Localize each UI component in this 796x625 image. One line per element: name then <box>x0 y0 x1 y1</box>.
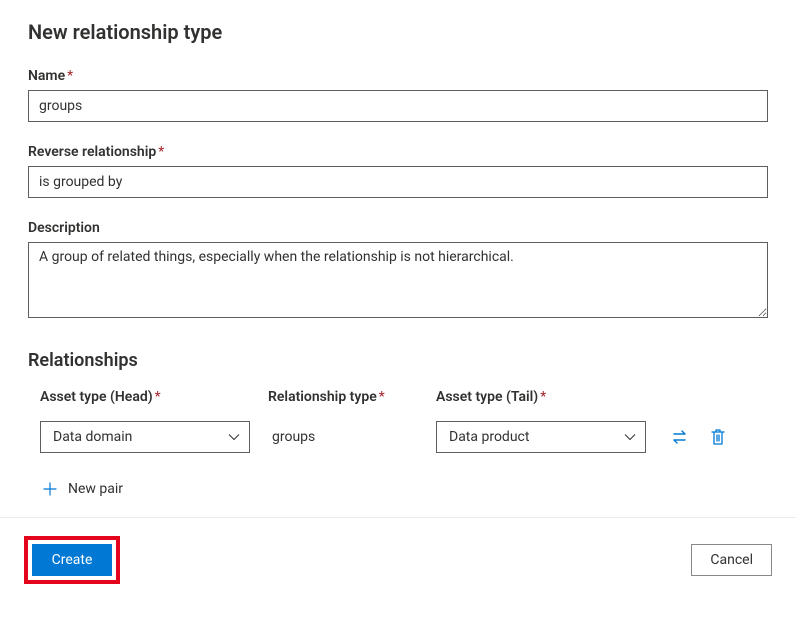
required-star: * <box>379 389 385 405</box>
relationships-row: Data domain groups Data product <box>28 421 768 453</box>
required-star: * <box>67 68 73 84</box>
asset-type-head-select[interactable]: Data domain <box>40 421 250 453</box>
reverse-label: Reverse relationship* <box>28 144 768 160</box>
asset-type-tail-select[interactable]: Data product <box>436 421 646 453</box>
asset-type-head-value: Data domain <box>53 429 132 445</box>
name-label: Name* <box>28 68 768 84</box>
new-pair-button[interactable]: New pair <box>28 481 768 497</box>
required-star: * <box>155 389 161 405</box>
required-star: * <box>540 389 546 405</box>
col-tail-label: Asset type (Tail)* <box>436 389 646 421</box>
delete-icon[interactable] <box>708 427 728 447</box>
chevron-down-icon <box>623 430 637 444</box>
col-tail-text: Asset type (Tail) <box>436 389 538 405</box>
create-button[interactable]: Create <box>32 544 112 576</box>
reverse-relationship-input[interactable] <box>28 166 768 198</box>
description-label: Description <box>28 220 768 236</box>
relationships-heading: Relationships <box>28 350 768 371</box>
swap-icon[interactable] <box>670 427 690 447</box>
relationship-type-value: groups <box>268 429 418 445</box>
required-star: * <box>158 144 164 160</box>
reverse-label-text: Reverse relationship <box>28 144 156 160</box>
plus-icon <box>42 481 58 497</box>
name-label-text: Name <box>28 68 65 84</box>
col-head-text: Asset type (Head) <box>40 389 153 405</box>
col-head-label: Asset type (Head)* <box>40 389 250 421</box>
asset-type-tail-value: Data product <box>449 429 529 445</box>
cancel-button[interactable]: Cancel <box>691 544 772 576</box>
name-input[interactable] <box>28 90 768 122</box>
chevron-down-icon <box>227 430 241 444</box>
col-type-label: Relationship type* <box>268 389 418 421</box>
create-button-highlight: Create <box>24 536 120 584</box>
new-pair-label: New pair <box>68 481 123 497</box>
description-textarea[interactable] <box>28 242 768 318</box>
page-title: New relationship type <box>28 20 768 44</box>
col-type-text: Relationship type <box>268 389 377 405</box>
